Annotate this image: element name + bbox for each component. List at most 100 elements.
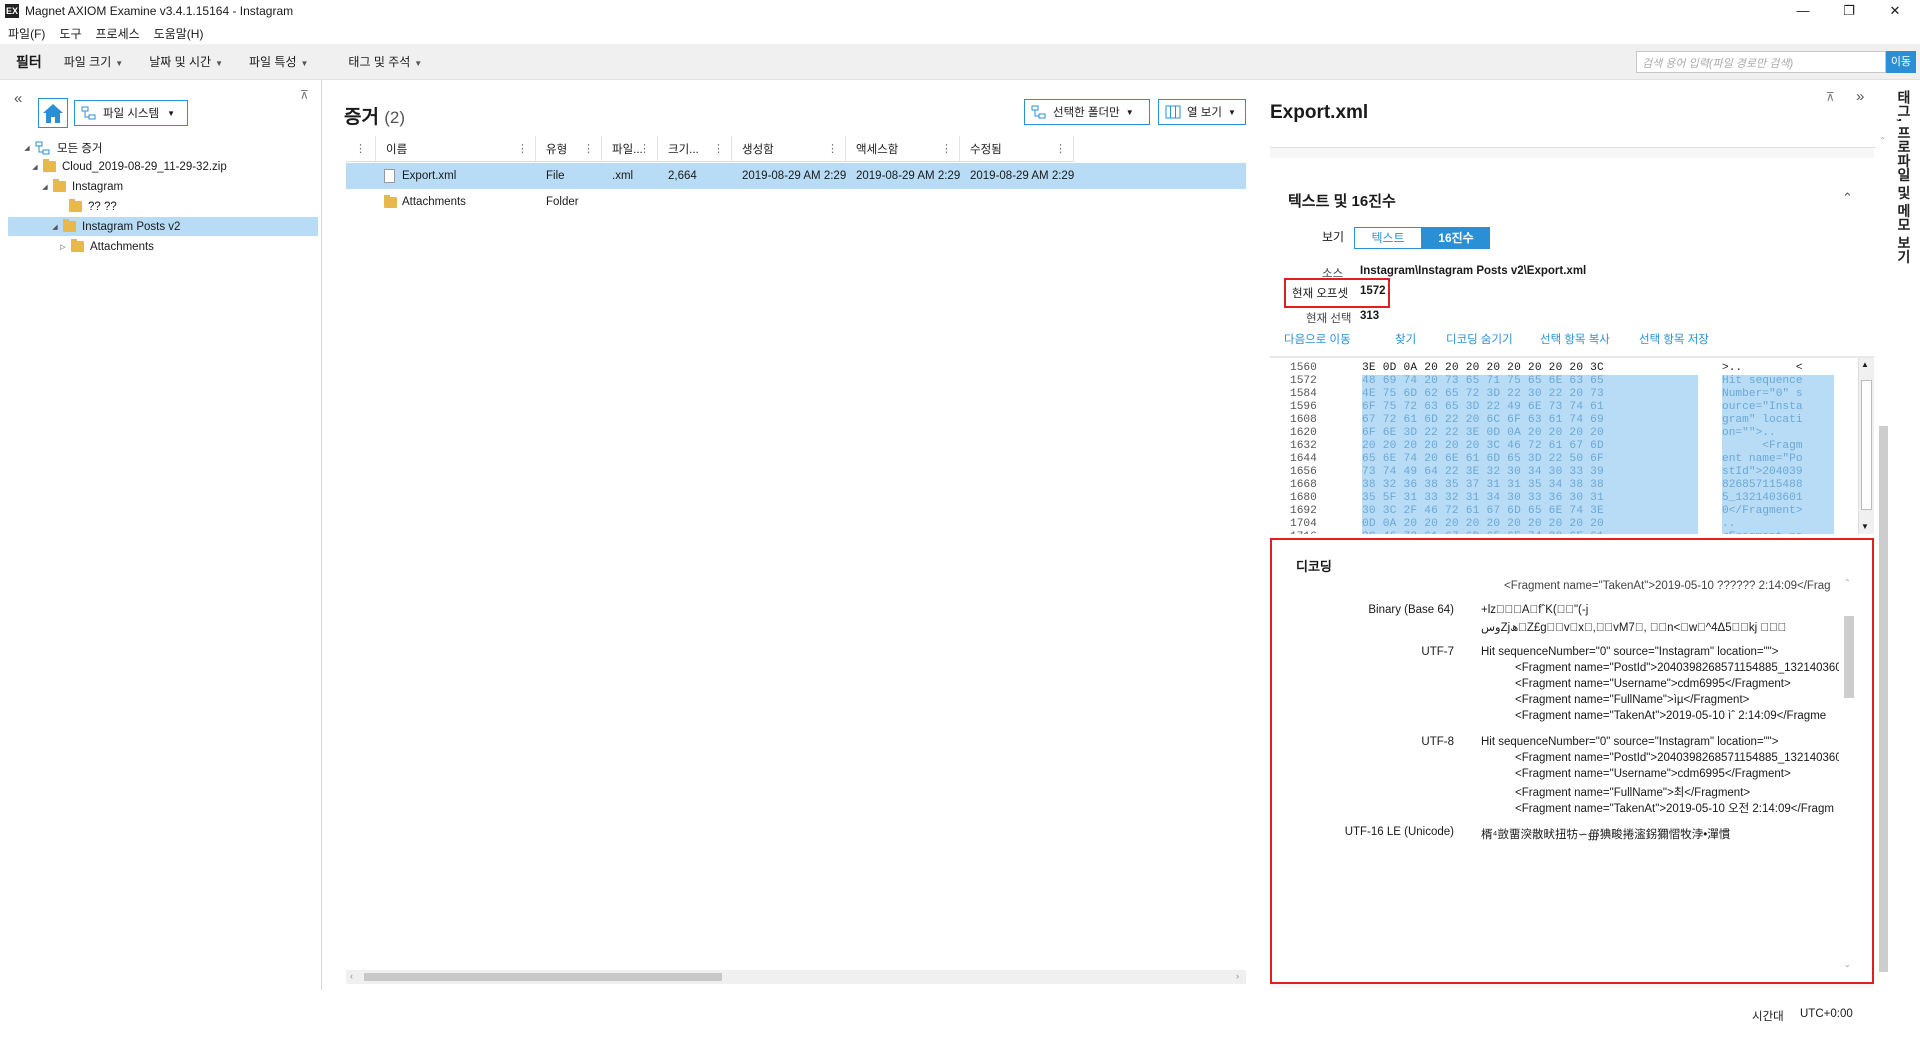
collapse-section-icon[interactable]: ⌃ <box>1842 190 1853 206</box>
filter-tags-comments[interactable]: 태그 및 주석 ▼ <box>348 53 422 70</box>
tree-item[interactable]: ?? ?? <box>56 197 117 216</box>
hex-vertical-scrollbar[interactable]: ▲ ▼ <box>1858 358 1874 534</box>
minimize-button[interactable]: — <box>1780 0 1826 22</box>
tree-item[interactable]: ◢ Instagram <box>40 177 123 196</box>
kebab-icon[interactable]: ⋮ <box>941 142 952 155</box>
filter-label: 필터 <box>16 53 42 70</box>
cell-modified: 2019-08-29 AM 2:29:38 <box>970 170 1074 182</box>
menu-file[interactable]: 파일(F) <box>8 25 45 42</box>
scroll-down-icon[interactable]: ▼ <box>1861 522 1869 531</box>
save-selection-link[interactable]: 선택 항목 저장 <box>1639 331 1709 347</box>
detail-scrollbar-thumb[interactable] <box>1879 426 1888 972</box>
hierarchy-icon <box>81 106 96 120</box>
utf7-line: <Fragment name="TakenAt">2019-05-10 ìˆ 2… <box>1515 710 1827 722</box>
folder-icon <box>43 159 56 172</box>
menu-tools[interactable]: 도구 <box>59 25 81 42</box>
tree-item[interactable]: ◢ Instagram Posts v2 <box>8 217 318 236</box>
menu-bar: 파일(F) 도구 프로세스 도움말(H) <box>0 22 1920 44</box>
decoding-scrollbar-thumb[interactable] <box>1844 616 1854 698</box>
search-input[interactable]: 검색 용어 입력(파일 경로만 검색) <box>1636 51 1886 73</box>
decoding-scrollbar[interactable]: ⌃ ⌄ <box>1842 576 1856 976</box>
timezone-label: 시간대 <box>1752 1011 1784 1023</box>
menu-process[interactable]: 프로세스 <box>96 25 140 42</box>
scroll-up-icon[interactable]: ⌃ <box>1844 578 1851 587</box>
row-options-header[interactable]: ⋮ <box>346 136 376 162</box>
hide-decoding-link[interactable]: 디코딩 숨기기 <box>1446 331 1513 347</box>
tree-item[interactable]: ▷ Attachments <box>58 237 154 256</box>
find-link[interactable]: 찾기 <box>1395 331 1416 347</box>
filter-file-size-label: 파일 크기 <box>63 55 112 69</box>
cell-accessed: 2019-08-29 AM 2:29:38 <box>856 170 960 182</box>
column-modified-label: 수정됨 <box>970 143 1002 156</box>
kebab-icon[interactable]: ⋮ <box>827 142 838 155</box>
expanded-arrow-icon[interactable]: ◢ <box>50 223 60 231</box>
hex-offset: 1716 <box>1290 531 1340 534</box>
filter-bar: 필터 파일 크기 ▼ 날짜 및 시간 ▼ 파일 특성 ▼ 태그 및 주석 ▼ 검색 용어… <box>0 44 1920 80</box>
utf8-line: <Fragment name="PostId">2040398268571154… <box>1515 752 1839 764</box>
tree-item[interactable]: ◢ 모든 증거 <box>22 138 103 157</box>
goto-link[interactable]: 다음으로 이동 <box>1284 331 1351 347</box>
base64-label: Binary (Base 64) <box>1368 604 1454 616</box>
collapse-panel-icon[interactable]: « <box>14 90 22 107</box>
selected-folder-only-button[interactable]: 선택한 폴더만 ▼ <box>1024 99 1150 125</box>
view-selector-label: 파일 시스템 <box>103 108 160 120</box>
utf16-label: UTF-16 LE (Unicode) <box>1344 826 1454 838</box>
hex-toggle[interactable]: 16진수 <box>1422 227 1490 249</box>
expand-panel-icon[interactable]: » <box>1856 88 1864 105</box>
scroll-right-icon[interactable]: › <box>1236 971 1239 981</box>
selection-value: 313 <box>1360 310 1380 322</box>
hex-ascii[interactable]: <Fragment na <box>1722 531 1834 534</box>
filter-file-size[interactable]: 파일 크기 ▼ <box>64 53 123 70</box>
chevron-down-icon: ▼ <box>115 59 124 68</box>
home-button[interactable] <box>38 98 68 128</box>
collapsed-arrow-icon[interactable]: ▷ <box>58 243 68 251</box>
file-icon <box>384 169 395 183</box>
tree-item[interactable]: ◢ Cloud_2019-08-29_11-29-32.zip <box>30 157 227 176</box>
evidence-title-text: 증거 <box>344 107 379 128</box>
kebab-icon[interactable]: ⋮ <box>1055 142 1066 155</box>
evidence-count: (2) <box>384 108 406 127</box>
column-size[interactable]: 크기... ⋮ <box>658 136 732 162</box>
go-button[interactable]: 이동 <box>1886 51 1916 73</box>
chevron-down-icon: ▼ <box>1227 107 1236 117</box>
utf7-label: UTF-7 <box>1421 646 1454 658</box>
copy-selection-link[interactable]: 선택 항목 복사 <box>1540 331 1610 347</box>
decoded-top-line: <Fragment name="TakenAt">2019-05-10 ????… <box>1504 580 1831 592</box>
kebab-icon[interactable]: ⋮ <box>639 142 650 155</box>
column-view-label: 열 보기 <box>1187 107 1222 119</box>
scroll-up-icon[interactable]: ▲ <box>1861 360 1869 369</box>
text-toggle[interactable]: 텍스트 <box>1354 227 1422 249</box>
filter-date-time[interactable]: 날짜 및 시간 ▼ <box>149 53 223 70</box>
column-type[interactable]: 유형 ⋮ <box>536 136 602 162</box>
hex-scrollbar-thumb[interactable] <box>1861 380 1872 510</box>
filter-file-attributes[interactable]: 파일 특성 ▼ <box>249 53 308 70</box>
close-button[interactable]: ✕ <box>1872 0 1918 22</box>
column-view-button[interactable]: 열 보기 ▼ <box>1158 99 1246 125</box>
column-name[interactable]: 이름 ⋮ <box>376 136 536 162</box>
pin-icon[interactable]: ⊼ <box>300 88 309 102</box>
scroll-left-icon[interactable]: ‹ <box>350 971 353 981</box>
view-selector-dropdown[interactable]: 파일 시스템 ▼ <box>74 100 188 126</box>
tags-profiles-notes-tab[interactable]: 태그, 프로파일 및 메모 보기 <box>1892 90 1914 310</box>
pin-icon[interactable]: ⊼ <box>1826 90 1835 104</box>
kebab-icon[interactable]: ⋮ <box>583 142 594 155</box>
kebab-icon[interactable]: ⋮ <box>713 142 724 155</box>
scroll-down-icon[interactable]: ⌄ <box>1844 960 1851 969</box>
expanded-arrow-icon[interactable]: ◢ <box>40 183 50 191</box>
hex-bytes[interactable]: 3C 46 72 61 67 6D 65 6E 74 20 6E 61 <box>1362 531 1698 534</box>
scroll-up-icon[interactable]: ⌃ <box>1879 136 1886 145</box>
maximize-button[interactable]: ❐ <box>1826 0 1872 22</box>
column-modified[interactable]: 수정됨 ⋮ <box>960 136 1074 162</box>
detail-scrollbar[interactable]: ⌃ <box>1876 136 1890 988</box>
expanded-arrow-icon[interactable]: ◢ <box>22 144 32 152</box>
hex-view[interactable]: 1560 3E 0D 0A 20 20 20 20 20 20 20 20 3C >… <box>1270 358 1858 534</box>
column-file-ext[interactable]: 파일... ⋮ <box>602 136 658 162</box>
kebab-icon[interactable]: ⋮ <box>517 142 528 155</box>
column-created[interactable]: 생성함 ⋮ <box>732 136 846 162</box>
column-accessed[interactable]: 액세스함 ⋮ <box>846 136 960 162</box>
scrollbar-thumb[interactable] <box>364 973 722 981</box>
horizontal-scrollbar[interactable]: ‹ › <box>346 970 1246 984</box>
tree-item-label: 모든 증거 <box>57 142 103 155</box>
expanded-arrow-icon[interactable]: ◢ <box>30 163 40 171</box>
menu-help[interactable]: 도움말(H) <box>154 25 204 42</box>
